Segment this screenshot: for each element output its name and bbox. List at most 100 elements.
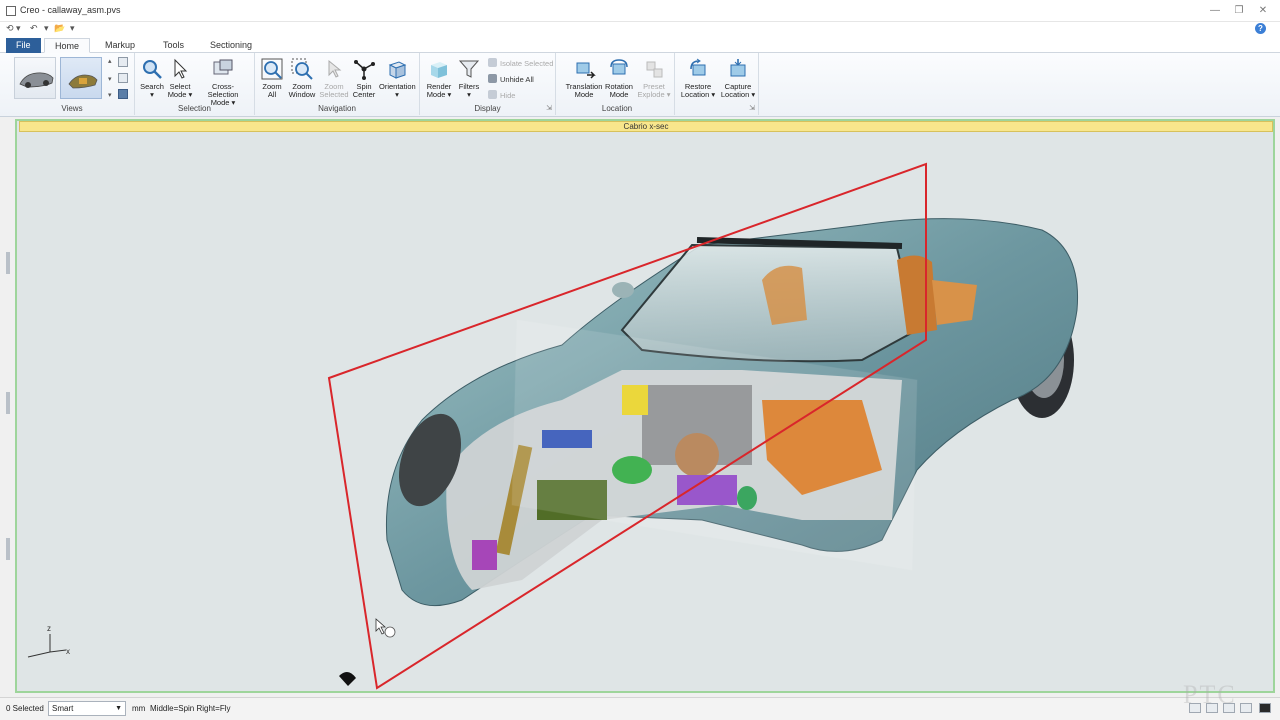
axis-triad: z x xyxy=(27,624,70,658)
display-group-label: Display xyxy=(474,104,501,113)
translation-mode-icon xyxy=(576,62,596,79)
car-model-canvas[interactable]: z x xyxy=(17,121,1273,691)
units-label: mm xyxy=(132,704,146,713)
left-panel-handle-2[interactable] xyxy=(6,392,10,414)
unhide-all-button[interactable]: Unhide All xyxy=(488,74,534,86)
ribbon: ▴ ▾ ▾ Views Search ▾ Select Mode ▾ Cross-S… xyxy=(0,53,1280,117)
spin-cursor-icon xyxy=(384,626,396,638)
section-name-bar: Cabrio x-sec xyxy=(19,121,1273,132)
zoom-window-icon xyxy=(291,58,313,80)
capture-launcher-icon[interactable]: ⇲ xyxy=(749,104,755,112)
views-group: ▴ ▾ ▾ Views xyxy=(10,53,135,115)
qat-open-icon[interactable]: 📂 xyxy=(54,23,65,34)
selection-group-label: Selection xyxy=(178,104,211,113)
qat-customize-icon[interactable]: ▾ xyxy=(70,23,75,34)
tab-sectioning[interactable]: Sectioning xyxy=(200,38,262,53)
help-icon[interactable]: ? xyxy=(1255,23,1266,34)
cross-selection-mode-button[interactable]: Cross-Selection Mode ▾ xyxy=(197,57,249,107)
qat-dropdown-icon[interactable]: ▾ xyxy=(44,23,49,34)
display-group: Render Mode ▾ Filters ▾ Isolate Selected U… xyxy=(420,53,556,115)
tab-markup[interactable]: Markup xyxy=(95,38,145,53)
views-scroll-up-icon[interactable]: ▴ xyxy=(108,57,112,65)
section-thumbnail-icon xyxy=(68,74,98,89)
zoom-selected-icon xyxy=(328,59,342,78)
selected-count: 0 Selected xyxy=(6,704,44,713)
location-group-label: Location xyxy=(601,104,633,113)
capture-location-icon xyxy=(730,59,746,77)
spin-center-button[interactable]: Spin Center xyxy=(349,57,379,99)
views-scroll-down-icon[interactable]: ▾ xyxy=(108,75,112,83)
ptc-watermark: PTC xyxy=(1183,680,1237,709)
maximize-button[interactable]: ❐ xyxy=(1228,4,1250,18)
view-grid-icon[interactable] xyxy=(118,73,128,83)
view-table-icon[interactable] xyxy=(118,89,128,99)
rotation-mode-button[interactable]: Rotation Mode xyxy=(604,57,634,99)
layout-button-5[interactable] xyxy=(1259,703,1271,713)
zoom-all-button[interactable]: Zoom All xyxy=(257,57,287,99)
chevron-down-icon: ▼ xyxy=(115,705,122,712)
cross-selection-icon xyxy=(213,59,233,75)
search-icon xyxy=(143,60,162,79)
view-list-icon[interactable] xyxy=(118,57,128,67)
views-group-label: Views xyxy=(61,104,83,113)
mouse-cursor-icon xyxy=(375,618,387,635)
status-bar: 0 Selected Smart ▼ mm Middle=Spin Right=F… xyxy=(0,697,1280,720)
preset-explode-icon xyxy=(646,61,663,78)
layout-button-4[interactable] xyxy=(1240,703,1252,713)
qat-undo-icon[interactable]: ↶ xyxy=(30,23,38,34)
tab-tools[interactable]: Tools xyxy=(153,38,194,53)
unhide-icon xyxy=(488,74,497,83)
close-button[interactable]: ✕ xyxy=(1252,4,1274,18)
translation-mode-button[interactable]: Translation Mode xyxy=(564,57,604,99)
window-title: Creo - callaway_asm.pvs xyxy=(20,5,121,15)
filter-funnel-icon xyxy=(458,60,480,78)
left-panel-handle-1[interactable] xyxy=(6,252,10,274)
selection-group: Search ▾ Select Mode ▾ Cross-Selection Mode… xyxy=(135,53,255,115)
ribbon-tabs: File Home Markup Tools Sectioning xyxy=(0,36,1280,53)
restore-location-icon xyxy=(690,58,706,76)
creo-window: Creo - callaway_asm.pvs — ❐ ✕ ⟲ ▾ ↶ ▾ 📂 … xyxy=(0,0,1280,720)
tab-home[interactable]: Home xyxy=(44,38,91,53)
quick-access-toolbar: ⟲ ▾ ↶ ▾ 📂 ▾ xyxy=(0,22,1280,36)
preset-explode-button[interactable]: Preset Explode ▾ xyxy=(636,57,672,99)
search-button[interactable]: Search ▾ xyxy=(137,57,167,99)
purple-component xyxy=(472,540,497,570)
cursor-arrow-icon xyxy=(174,58,188,79)
3d-viewport[interactable]: z x Cabrio x-sec xyxy=(15,119,1275,693)
minimize-button[interactable]: — xyxy=(1204,4,1226,18)
isolate-selected-button[interactable]: Isolate Selected xyxy=(488,58,553,70)
hide-button[interactable]: Hide xyxy=(488,90,515,102)
capture-location-group: Restore Location ▾ Capture Location ▾ ⇲ xyxy=(677,53,759,115)
render-mode-button[interactable]: Render Mode ▾ xyxy=(424,57,454,99)
select-mode-button[interactable]: Select Mode ▾ xyxy=(165,57,195,99)
triad-z-label: z xyxy=(47,624,51,633)
restore-location-button[interactable]: Restore Location ▾ xyxy=(679,57,717,99)
mouse-mode-hint: Middle=Spin Right=Fly xyxy=(150,704,231,713)
section-handle-icon[interactable] xyxy=(339,671,356,686)
title-bar: Creo - callaway_asm.pvs — ❐ ✕ xyxy=(0,0,1280,22)
hide-icon xyxy=(488,90,497,99)
rotation-mode-icon xyxy=(610,59,628,75)
car-thumbnail-icon xyxy=(19,72,54,88)
views-more-icon[interactable]: ▾ xyxy=(108,91,112,99)
zoom-selected-button[interactable]: Zoom Selected xyxy=(319,57,349,99)
selection-filter-dropdown[interactable]: Smart ▼ xyxy=(48,701,126,716)
rear-trim xyxy=(932,280,977,325)
render-mode-icon xyxy=(431,62,447,78)
view-thumbnail-1[interactable] xyxy=(14,57,56,99)
spin-center-icon xyxy=(354,60,375,80)
navigation-group: Zoom All Zoom Window Zoom Selected Spin Cent… xyxy=(255,53,420,115)
qat-regenerate-icon[interactable]: ⟲ ▾ xyxy=(6,23,21,34)
zoom-window-button[interactable]: Zoom Window xyxy=(287,57,317,99)
view-thumbnail-2[interactable] xyxy=(60,57,102,99)
capture-location-button[interactable]: Capture Location ▾ xyxy=(719,57,757,99)
tab-file[interactable]: File xyxy=(6,38,41,53)
filters-button[interactable]: Filters ▾ xyxy=(454,57,484,99)
navigation-group-label: Navigation xyxy=(318,104,356,113)
orientation-button[interactable]: Orientation ▾ xyxy=(379,57,416,99)
triad-x-label: x xyxy=(66,647,70,656)
orientation-cube-icon xyxy=(388,61,407,79)
left-panel-handle-3[interactable] xyxy=(6,538,10,560)
zoom-all-icon xyxy=(261,58,283,80)
app-icon xyxy=(6,6,16,16)
